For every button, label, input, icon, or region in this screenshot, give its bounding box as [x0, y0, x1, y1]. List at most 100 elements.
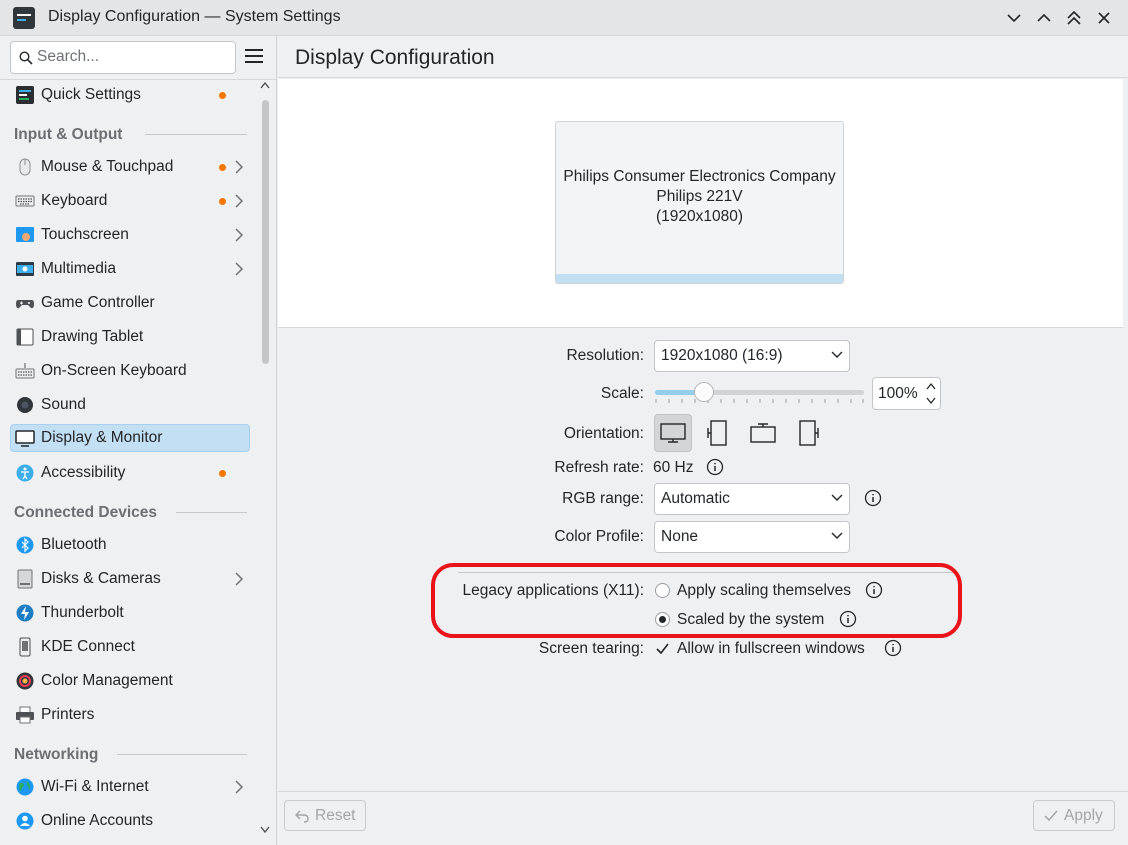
quick-settings-icon [16, 86, 34, 104]
search-input[interactable] [37, 48, 227, 66]
sidebar-item-thunderbolt[interactable]: Thunderbolt [10, 599, 250, 627]
orientation-portrait-right-button[interactable] [789, 414, 827, 452]
chevron-down-icon [831, 494, 843, 501]
notification-dot [219, 198, 226, 205]
sidebar-item-bluetooth[interactable]: Bluetooth [10, 531, 250, 559]
orientation-inverted-button[interactable] [744, 414, 782, 452]
search-icon [19, 51, 33, 65]
sidebar-item-label: Online Accounts [41, 812, 154, 829]
color-icon [16, 672, 34, 690]
sidebar-item-label: Accessibility [41, 464, 126, 481]
info-icon[interactable] [864, 489, 882, 507]
rgb-range-dropdown[interactable]: Automatic [654, 483, 850, 515]
monitor-portrait-right-icon [799, 420, 819, 446]
scale-slider-ticks [655, 399, 864, 403]
resolution-dropdown[interactable]: 1920x1080 (16:9) [654, 340, 850, 372]
apply-button[interactable]: Apply [1033, 800, 1115, 831]
orientation-landscape-button[interactable] [654, 414, 692, 452]
screen-tearing-label: Screen tearing: [538, 640, 644, 657]
scale-slider-track[interactable] [655, 390, 864, 395]
chevron-right-icon [235, 160, 244, 174]
footer-bar: Reset Apply [278, 791, 1128, 845]
checkbox-checked-icon[interactable] [655, 641, 670, 656]
spin-arrows-icon[interactable] [925, 381, 937, 406]
sidebar-item-game-controller[interactable]: Game Controller [10, 289, 250, 317]
settings-form: Resolution: 1920x1080 (16:9) Scale: 100%… [278, 329, 1128, 791]
info-icon[interactable] [706, 458, 724, 476]
sidebar-item-wifi-internet[interactable]: Wi-Fi & Internet [10, 773, 250, 801]
section-header-connected-devices: Connected Devices [14, 504, 157, 521]
sidebar-item-mouse-touchpad[interactable]: Mouse & Touchpad [10, 153, 250, 181]
monitor-icon [15, 430, 35, 447]
scale-label: Scale: [600, 385, 644, 402]
sidebar-item-kde-connect[interactable]: KDE Connect [10, 633, 250, 661]
chevron-down-icon [831, 532, 843, 539]
chevron-up-icon [1037, 13, 1051, 22]
monitor-model: Philips 221V [656, 188, 743, 205]
sidebar-item-on-screen-keyboard[interactable]: On-Screen Keyboard [10, 357, 250, 385]
accessibility-icon [16, 464, 34, 482]
sidebar-item-drawing-tablet[interactable]: Drawing Tablet [10, 323, 250, 351]
monitor-preview[interactable]: Philips Consumer Electronics Company Phi… [555, 121, 844, 284]
restore-button[interactable] [1032, 6, 1056, 30]
sidebar-item-quick-settings[interactable]: Quick Settings [10, 81, 250, 109]
monitor-preview-text: Philips Consumer Electronics Company Phi… [556, 167, 843, 227]
color-profile-dropdown[interactable]: None [654, 521, 850, 553]
reset-button[interactable]: Reset [284, 800, 366, 831]
sidebar-item-label: Disks & Cameras [41, 570, 161, 587]
apply-label: Apply [1064, 806, 1103, 824]
tablet-icon [16, 328, 34, 346]
sidebar-separator [0, 79, 276, 80]
notification-dot [219, 470, 226, 477]
sidebar-item-disks-cameras[interactable]: Disks & Cameras [10, 565, 250, 593]
sidebar-item-multimedia[interactable]: Multimedia [10, 255, 250, 283]
monitor-manufacturer: Philips Consumer Electronics Company [563, 168, 836, 185]
reset-label: Reset [315, 806, 356, 824]
gamepad-icon [16, 300, 34, 309]
chevron-right-icon [235, 780, 244, 794]
section-header-networking: Networking [14, 746, 99, 763]
sidebar-item-label: KDE Connect [41, 638, 135, 655]
minimize-button[interactable] [1002, 6, 1026, 30]
sidebar-item-color-management[interactable]: Color Management [10, 667, 250, 695]
chevron-down-icon [1007, 14, 1021, 23]
orientation-label: Orientation: [563, 425, 644, 442]
sidebar-item-keyboard[interactable]: Keyboard [10, 187, 250, 215]
allow-fullscreen-tearing-label[interactable]: Allow in fullscreen windows [677, 640, 865, 658]
highlight-annotation [431, 563, 962, 638]
sidebar-scrollbar[interactable] [256, 78, 274, 845]
sidebar-item-label: Mouse & Touchpad [41, 158, 174, 175]
chevron-right-icon [235, 572, 244, 586]
sidebar-item-label: Keyboard [41, 192, 108, 209]
sidebar-item-display-monitor[interactable]: Display & Monitor [10, 424, 250, 452]
sidebar-item-label: Thunderbolt [41, 604, 124, 621]
sidebar-item-label: Sound [41, 396, 86, 413]
disk-icon [17, 569, 33, 589]
sidebar: Quick Settings Input & Output Mouse & To… [0, 36, 277, 845]
sidebar-item-online-accounts[interactable]: Online Accounts [10, 807, 250, 835]
double-chevron-up-icon [1067, 11, 1081, 25]
window-title: Display Configuration — System Settings [48, 8, 341, 25]
maximize-button[interactable] [1062, 6, 1086, 30]
scroll-down-icon[interactable] [260, 826, 270, 833]
resolution-value: 1920x1080 (16:9) [661, 347, 783, 364]
close-button[interactable] [1092, 6, 1116, 30]
scale-spinbox[interactable]: 100% [872, 377, 941, 410]
sidebar-item-accessibility[interactable]: Accessibility [10, 459, 250, 487]
monitor-resolution: (1920x1080) [655, 208, 744, 225]
scale-slider-handle[interactable] [694, 382, 714, 402]
orientation-portrait-left-button[interactable] [699, 414, 737, 452]
sidebar-item-printers[interactable]: Printers [10, 701, 250, 729]
globe-icon [16, 778, 34, 796]
scroll-up-icon[interactable] [260, 82, 270, 89]
notification-dot [219, 164, 226, 171]
info-icon[interactable] [884, 639, 902, 657]
hamburger-menu-icon[interactable] [245, 49, 263, 67]
search-field[interactable] [10, 41, 236, 74]
refresh-rate-label: Refresh rate: [554, 459, 644, 476]
thunderbolt-icon [16, 604, 34, 622]
sidebar-item-touchscreen[interactable]: Touchscreen [10, 221, 250, 249]
sidebar-item-sound[interactable]: Sound [10, 391, 250, 419]
scrollbar-thumb[interactable] [262, 100, 269, 364]
sidebar-item-label: Printers [41, 706, 95, 723]
